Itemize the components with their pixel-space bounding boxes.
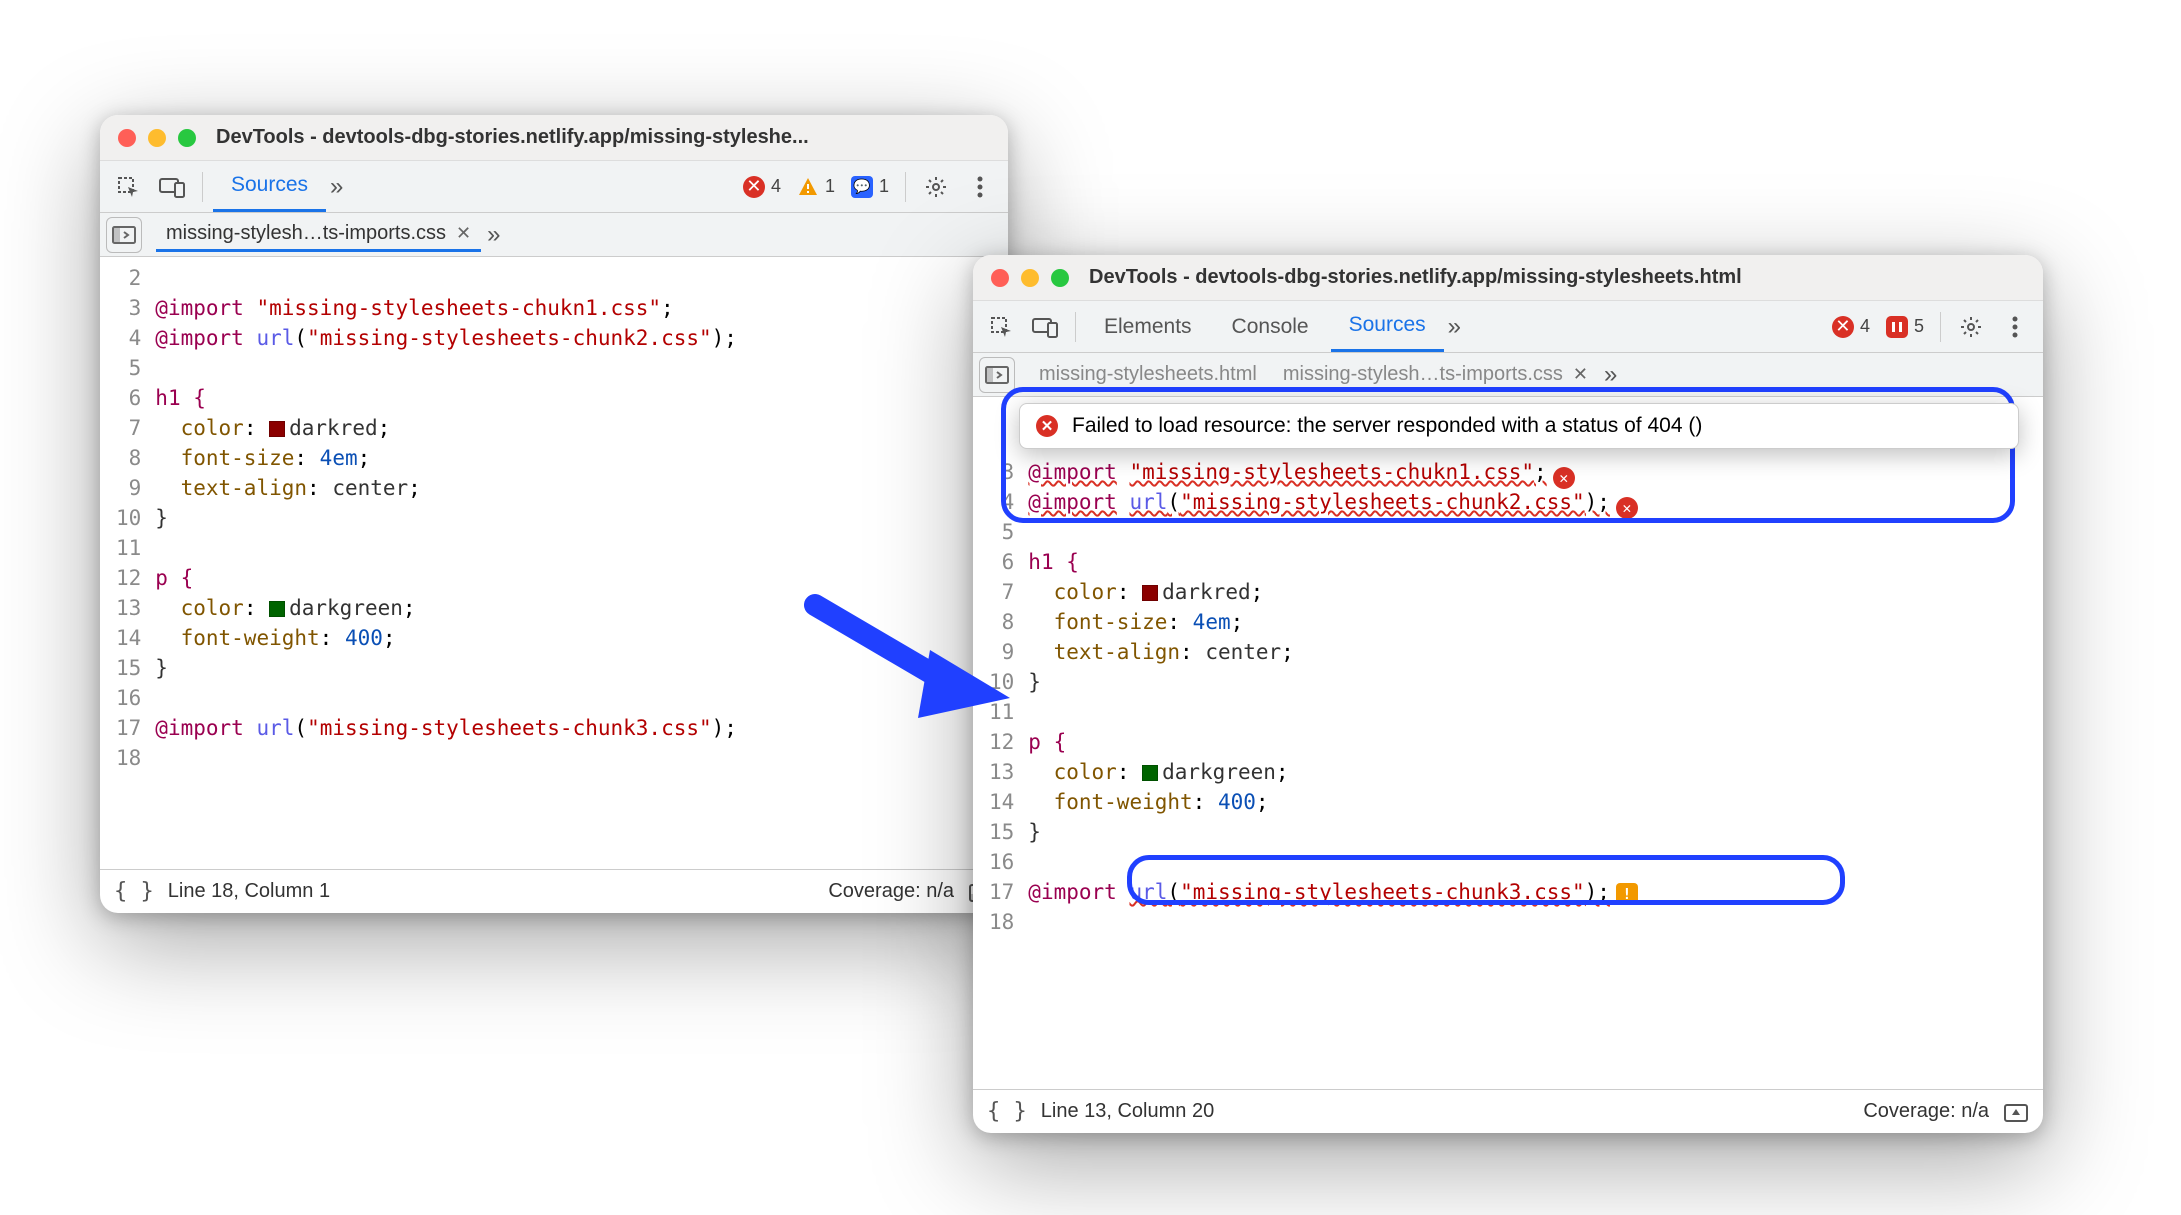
code-editor[interactable]: 23456789101112131415161718 @import "miss… — [100, 257, 1008, 869]
main-toolbar: Sources » ✕4 1 💬1 — [100, 161, 1008, 213]
more-tabs-icon[interactable]: » — [330, 173, 370, 201]
code-area[interactable]: @import "missing-stylesheets-chukn1.css"… — [151, 257, 1008, 869]
cursor-position: Line 18, Column 1 — [168, 880, 330, 903]
file-tab-label: missing-stylesh…ts-imports.css — [1283, 363, 1563, 386]
zoom-window-button[interactable] — [178, 129, 196, 147]
file-tab-css[interactable]: missing-stylesh…ts-imports.css ✕ — [156, 218, 481, 252]
close-tab-icon[interactable]: ✕ — [456, 223, 471, 244]
kebab-menu-icon[interactable] — [960, 167, 1000, 207]
more-file-tabs-icon[interactable]: » — [487, 221, 527, 249]
more-tabs-icon[interactable]: » — [1448, 313, 1488, 341]
traffic-lights — [991, 269, 1069, 287]
file-tab-css[interactable]: missing-stylesh…ts-imports.css ✕ — [1273, 359, 1598, 390]
errors-badge[interactable]: ✕4 — [737, 176, 787, 198]
zoom-window-button[interactable] — [1051, 269, 1069, 287]
device-toggle-icon[interactable] — [152, 167, 192, 207]
tab-sources[interactable]: Sources — [1331, 301, 1444, 352]
color-swatch-darkgreen[interactable] — [1142, 765, 1158, 781]
main-toolbar: Elements Console Sources » ✕4 5 — [973, 301, 2043, 353]
more-file-tabs-icon[interactable]: » — [1604, 361, 1644, 389]
transition-arrow-icon — [800, 590, 1030, 730]
close-window-button[interactable] — [991, 269, 1009, 287]
drawer-toggle-icon[interactable] — [2003, 1101, 2029, 1123]
titlebar[interactable]: DevTools - devtools-dbg-stories.netlify.… — [100, 115, 1008, 161]
cursor-position: Line 13, Column 20 — [1041, 1100, 1214, 1123]
status-bar: { } Line 13, Column 20 Coverage: n/a — [973, 1089, 2043, 1133]
settings-icon[interactable] — [916, 167, 956, 207]
coverage-label: Coverage: n/a — [828, 880, 954, 903]
inline-error-icon[interactable]: ✕ — [1616, 497, 1638, 519]
pretty-print-icon[interactable]: { } — [114, 879, 154, 904]
close-window-button[interactable] — [118, 129, 136, 147]
info-badge[interactable]: 💬1 — [845, 176, 895, 198]
code-area[interactable]: @import "missing-stylesheets-chukn1.css"… — [1024, 451, 2043, 1089]
device-toggle-icon[interactable] — [1025, 307, 1065, 347]
editor-tabstrip: missing-stylesh…ts-imports.css ✕ » — [100, 213, 1008, 257]
file-tab-html[interactable]: missing-stylesheets.html — [1029, 359, 1267, 390]
line-gutter: 23456789101112131415161718 — [100, 257, 151, 869]
line-gutter: 3456789101112131415161718 — [973, 451, 1024, 1089]
inline-warning-icon[interactable]: ! — [1616, 883, 1638, 905]
error-icon: ✕ — [1036, 415, 1058, 437]
color-swatch-darkred[interactable] — [269, 421, 285, 437]
tooltip-text: Failed to load resource: the server resp… — [1072, 414, 1702, 438]
editor-tabstrip: missing-stylesheets.html missing-stylesh… — [973, 353, 2043, 397]
file-tab-label: missing-stylesh…ts-imports.css — [166, 222, 446, 245]
errors-badge[interactable]: ✕4 — [1826, 316, 1876, 338]
color-swatch-darkred[interactable] — [1142, 585, 1158, 601]
inspect-icon[interactable] — [108, 167, 148, 207]
color-swatch-darkgreen[interactable] — [269, 601, 285, 617]
status-bar: { } Line 18, Column 1 Coverage: n/a — [100, 869, 1008, 913]
window-title: DevTools - devtools-dbg-stories.netlify.… — [1089, 266, 1742, 289]
titlebar[interactable]: DevTools - devtools-dbg-stories.netlify.… — [973, 255, 2043, 301]
close-tab-icon[interactable]: ✕ — [1573, 364, 1588, 385]
navigator-toggle-icon[interactable] — [979, 357, 1015, 393]
devtools-window-left: DevTools - devtools-dbg-stories.netlify.… — [100, 115, 1008, 913]
error-tooltip: ✕ Failed to load resource: the server re… — [1019, 403, 2019, 449]
window-title: DevTools - devtools-dbg-stories.netlify.… — [216, 126, 809, 149]
navigator-toggle-icon[interactable] — [106, 217, 142, 253]
devtools-window-right: DevTools - devtools-dbg-stories.netlify.… — [973, 255, 2043, 1133]
warnings-badge[interactable]: 1 — [791, 176, 841, 198]
file-tab-label: missing-stylesheets.html — [1039, 363, 1257, 386]
settings-icon[interactable] — [1951, 307, 1991, 347]
code-editor[interactable]: 3456789101112131415161718 @import "missi… — [973, 397, 2043, 1089]
minimize-window-button[interactable] — [148, 129, 166, 147]
inspect-icon[interactable] — [981, 307, 1021, 347]
tab-elements[interactable]: Elements — [1086, 301, 1210, 352]
tab-sources[interactable]: Sources — [213, 161, 326, 212]
tab-console[interactable]: Console — [1214, 301, 1327, 352]
issues-badge[interactable]: 5 — [1880, 316, 1930, 338]
pretty-print-icon[interactable]: { } — [987, 1099, 1027, 1124]
coverage-label: Coverage: n/a — [1863, 1100, 1989, 1123]
kebab-menu-icon[interactable] — [1995, 307, 2035, 347]
inline-error-icon[interactable]: ✕ — [1553, 467, 1575, 489]
minimize-window-button[interactable] — [1021, 269, 1039, 287]
traffic-lights — [118, 129, 196, 147]
